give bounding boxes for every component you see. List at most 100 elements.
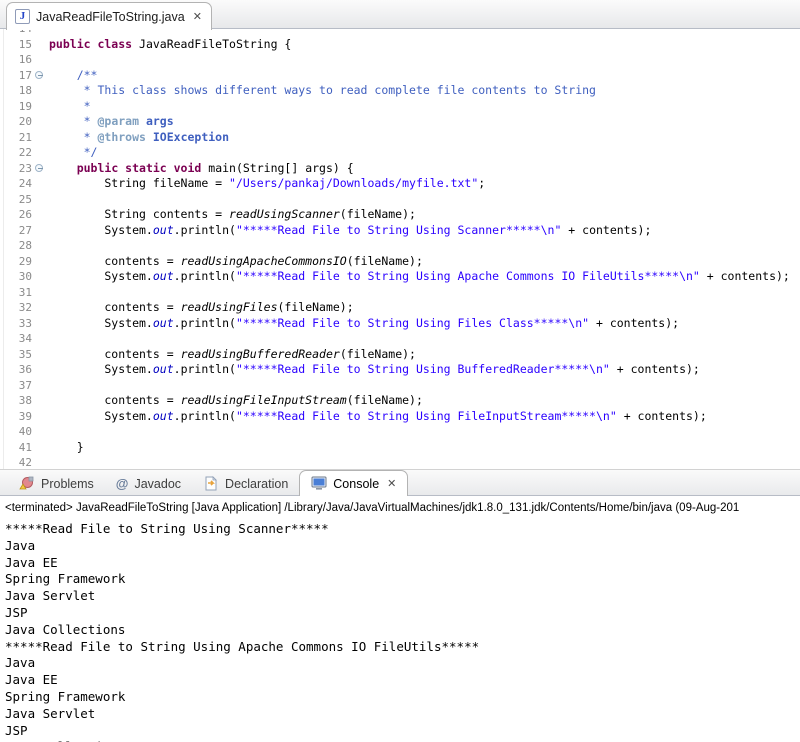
code-text bbox=[49, 455, 800, 469]
code-line: 21 * @throws IOException bbox=[0, 130, 800, 146]
code-line: 36 System.out.println("*****Read File to… bbox=[0, 362, 800, 378]
editor-tab-javareadfiletostring[interactable]: J JavaReadFileToString.java ✕ bbox=[6, 2, 212, 30]
editor-tabbar: J JavaReadFileToString.java ✕ bbox=[0, 0, 800, 29]
fold-column bbox=[32, 52, 49, 68]
fold-column bbox=[32, 68, 49, 84]
fold-column bbox=[32, 145, 49, 161]
tab-javadoc[interactable]: @ Javadoc bbox=[105, 472, 192, 495]
collapse-icon[interactable] bbox=[35, 164, 43, 172]
line-number: 18 bbox=[0, 83, 32, 99]
line-number: 42 bbox=[0, 455, 32, 469]
close-icon[interactable]: ✕ bbox=[191, 10, 202, 23]
tab-declaration[interactable]: Declaration bbox=[192, 472, 299, 495]
code-line: 39 System.out.println("*****Read File to… bbox=[0, 409, 800, 425]
code-text: System.out.println("*****Read File to St… bbox=[49, 362, 800, 378]
line-number: 27 bbox=[0, 223, 32, 239]
console-line: *****Read File to String Using Apache Co… bbox=[5, 639, 800, 656]
console-line: Java bbox=[5, 538, 800, 555]
code-line: 38 contents = readUsingFileInputStream(f… bbox=[0, 393, 800, 409]
code-text: } bbox=[49, 440, 800, 456]
tab-console-label: Console bbox=[333, 477, 379, 491]
line-number: 29 bbox=[0, 254, 32, 270]
code-line: 35 contents = readUsingBufferedReader(fi… bbox=[0, 347, 800, 363]
code-text bbox=[49, 331, 800, 347]
tab-problems[interactable]: Problems bbox=[8, 472, 105, 495]
code-text: /** bbox=[49, 68, 800, 84]
code-line: 33 System.out.println("*****Read File to… bbox=[0, 316, 800, 332]
fold-column bbox=[32, 37, 49, 53]
tab-console[interactable]: Console ✕ bbox=[299, 470, 408, 496]
code-editor[interactable]: 1415public class JavaReadFileToString {1… bbox=[0, 29, 800, 469]
fold-column bbox=[32, 331, 49, 347]
line-number: 30 bbox=[0, 269, 32, 285]
console-icon bbox=[311, 476, 327, 491]
bottom-view-tabbar: Problems @ Javadoc Declaration Console ✕ bbox=[0, 469, 800, 496]
console-line: Java bbox=[5, 655, 800, 672]
fold-column bbox=[32, 269, 49, 285]
line-number: 22 bbox=[0, 145, 32, 161]
javadoc-icon: @ bbox=[116, 476, 129, 491]
code-line: 41 } bbox=[0, 440, 800, 456]
line-number: 19 bbox=[0, 99, 32, 115]
eclipse-window: J JavaReadFileToString.java ✕ 1415public… bbox=[0, 0, 800, 742]
code-line: 15public class JavaReadFileToString { bbox=[0, 37, 800, 53]
code-text: public static void main(String[] args) { bbox=[49, 161, 800, 177]
fold-column bbox=[32, 440, 49, 456]
editor-tab-title: JavaReadFileToString.java bbox=[36, 10, 185, 24]
fold-column bbox=[32, 254, 49, 270]
line-number: 37 bbox=[0, 378, 32, 394]
collapse-icon[interactable] bbox=[35, 71, 43, 79]
code-line: 30 System.out.println("*****Read File to… bbox=[0, 269, 800, 285]
code-line: 16 bbox=[0, 52, 800, 68]
code-text: contents = readUsingBufferedReader(fileN… bbox=[49, 347, 800, 363]
close-icon[interactable]: ✕ bbox=[385, 477, 396, 490]
fold-column bbox=[32, 176, 49, 192]
fold-column bbox=[32, 316, 49, 332]
code-text: */ bbox=[49, 145, 800, 161]
line-number: 15 bbox=[0, 37, 32, 53]
code-text bbox=[49, 285, 800, 301]
fold-column bbox=[32, 161, 49, 177]
console-line: Spring Framework bbox=[5, 689, 800, 706]
code-line: 28 bbox=[0, 238, 800, 254]
fold-column bbox=[32, 29, 49, 37]
line-number: 36 bbox=[0, 362, 32, 378]
line-number: 17 bbox=[0, 68, 32, 84]
line-number: 31 bbox=[0, 285, 32, 301]
console-output[interactable]: *****Read File to String Using Scanner**… bbox=[0, 519, 800, 742]
fold-column bbox=[32, 300, 49, 316]
declaration-icon bbox=[203, 476, 219, 491]
code-text bbox=[49, 192, 800, 208]
problems-icon bbox=[19, 476, 35, 491]
line-number: 35 bbox=[0, 347, 32, 363]
code-text: contents = readUsingFiles(fileName); bbox=[49, 300, 800, 316]
console-line: *****Read File to String Using Scanner**… bbox=[5, 521, 800, 538]
console-line: Java Collections bbox=[5, 622, 800, 639]
fold-column bbox=[32, 409, 49, 425]
code-text bbox=[49, 378, 800, 394]
fold-column bbox=[32, 362, 49, 378]
code-line: 40 bbox=[0, 424, 800, 440]
code-text: * @param args bbox=[49, 114, 800, 130]
line-number: 39 bbox=[0, 409, 32, 425]
code-line: 17 /** bbox=[0, 68, 800, 84]
fold-column bbox=[32, 207, 49, 223]
code-line: 18 * This class shows different ways to … bbox=[0, 83, 800, 99]
code-line: 24 String fileName = "/Users/pankaj/Down… bbox=[0, 176, 800, 192]
tab-declaration-label: Declaration bbox=[225, 477, 288, 491]
code-line: 14 bbox=[0, 29, 800, 37]
line-number: 41 bbox=[0, 440, 32, 456]
code-text: * This class shows different ways to rea… bbox=[49, 83, 800, 99]
code-line: 22 */ bbox=[0, 145, 800, 161]
editor-code: 1415public class JavaReadFileToString {1… bbox=[0, 29, 800, 469]
console-line: Java EE bbox=[5, 672, 800, 689]
line-number: 20 bbox=[0, 114, 32, 130]
console-line: Java Servlet bbox=[5, 706, 800, 723]
line-number: 32 bbox=[0, 300, 32, 316]
code-line: 25 bbox=[0, 192, 800, 208]
fold-column bbox=[32, 130, 49, 146]
line-number: 16 bbox=[0, 52, 32, 68]
fold-column bbox=[32, 424, 49, 440]
code-text: String fileName = "/Users/pankaj/Downloa… bbox=[49, 176, 800, 192]
fold-column bbox=[32, 192, 49, 208]
